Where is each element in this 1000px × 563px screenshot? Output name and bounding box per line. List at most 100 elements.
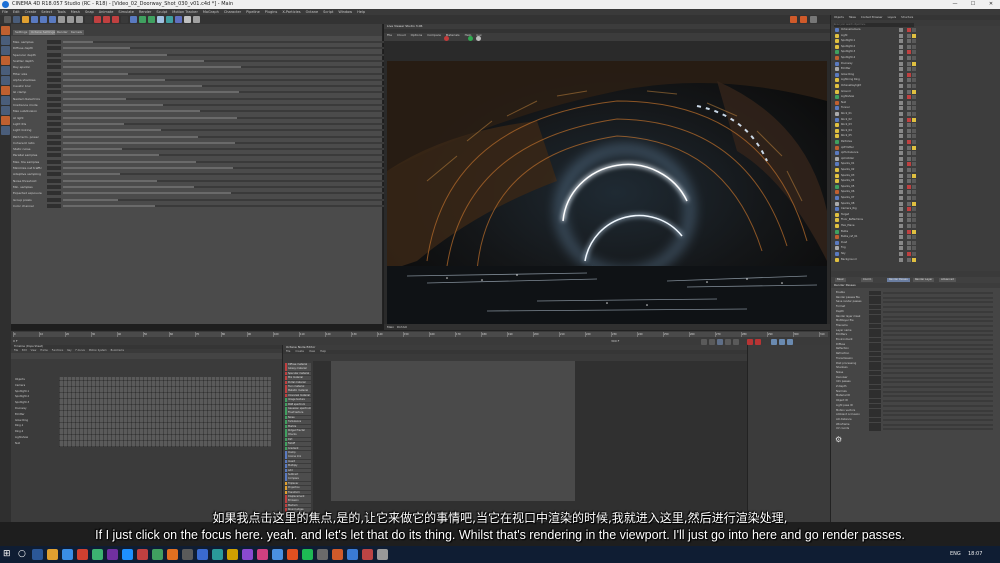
- side-tool-icon[interactable]: [1, 66, 10, 75]
- visibility-icon[interactable]: [899, 50, 903, 55]
- render-param-slider[interactable]: [883, 296, 993, 299]
- tag-icon[interactable]: [907, 50, 911, 55]
- visibility-icon[interactable]: [899, 140, 903, 144]
- material-tag-icon[interactable]: [912, 162, 916, 167]
- render-param-field[interactable]: [869, 375, 881, 380]
- visibility-icon[interactable]: [899, 33, 903, 38]
- object-row[interactable]: Dust: [835, 240, 997, 245]
- taskbar-app-icon[interactable]: [152, 549, 163, 560]
- side-tool-icon[interactable]: [1, 116, 10, 125]
- param-slider[interactable]: [63, 192, 231, 195]
- node-type-item[interactable]: Subtract: [285, 473, 311, 477]
- octane-render-icon[interactable]: [468, 36, 473, 41]
- visibility-icon[interactable]: [899, 201, 903, 206]
- object-row[interactable]: Sparks_02: [835, 168, 997, 172]
- visibility-icon[interactable]: [899, 84, 903, 88]
- param-value-field[interactable]: [47, 197, 61, 202]
- side-tool-icon[interactable]: [1, 76, 10, 85]
- tab-octane-settings[interactable]: Octane Settings: [29, 30, 58, 35]
- tmx-object-row[interactable]: Ring.2: [15, 429, 59, 434]
- toolbar-tool-icon[interactable]: [121, 16, 128, 23]
- taskbar-app-icon[interactable]: [257, 549, 268, 560]
- tag-icon[interactable]: [907, 252, 911, 256]
- visibility-icon[interactable]: [899, 67, 903, 72]
- om-tab[interactable]: Content Browser: [861, 16, 883, 19]
- material-tag-icon[interactable]: [912, 184, 916, 189]
- tmx-menu-item[interactable]: Bookmarks: [111, 349, 124, 352]
- render-param-field[interactable]: [869, 385, 881, 389]
- tag-icon[interactable]: [907, 44, 911, 49]
- viewer-menu-item[interactable]: Compare: [427, 33, 441, 37]
- visibility-icon[interactable]: [899, 196, 903, 200]
- taskbar-app-icon[interactable]: [362, 549, 373, 560]
- param-slider[interactable]: [63, 154, 159, 157]
- tmx-menu-item[interactable]: Key: [67, 349, 71, 352]
- taskbar-app-icon[interactable]: [242, 549, 253, 560]
- render-param-slider[interactable]: [883, 348, 993, 351]
- tag-icon[interactable]: [907, 257, 911, 262]
- material-tag-icon[interactable]: [912, 28, 916, 32]
- param-slider[interactable]: [63, 185, 194, 188]
- material-tag-icon[interactable]: [912, 123, 916, 128]
- object-row[interactable]: Rock_01: [835, 112, 997, 116]
- visibility-icon[interactable]: [899, 257, 903, 262]
- node-type-item[interactable]: Mix material: [285, 376, 311, 380]
- node-type-item[interactable]: Dirt: [285, 437, 311, 442]
- material-tag-icon[interactable]: [912, 67, 916, 72]
- visibility-icon[interactable]: [899, 61, 903, 66]
- material-tag-icon[interactable]: [912, 89, 916, 94]
- render-param-slider[interactable]: [883, 390, 993, 393]
- menu-item[interactable]: Sculpt: [156, 10, 167, 14]
- param-slider[interactable]: [63, 160, 196, 163]
- object-row[interactable]: Sparks_04: [835, 179, 997, 184]
- render-param-field[interactable]: [869, 338, 881, 342]
- visibility-icon[interactable]: [899, 117, 903, 122]
- timeline-ruler[interactable]: 0 10 20 30 40 50 60 70 80 90 100 110 120 130 140 150 160…: [13, 332, 828, 337]
- material-tag-icon[interactable]: [912, 252, 916, 256]
- tag-icon[interactable]: [907, 95, 911, 100]
- visibility-icon[interactable]: [899, 179, 903, 184]
- object-row[interactable]: Glow Ring: [835, 72, 997, 77]
- gear-icon[interactable]: ⚙: [835, 435, 842, 444]
- object-row[interactable]: Lightshow: [835, 95, 997, 100]
- node-menu-item[interactable]: Help: [320, 350, 326, 353]
- object-row[interactable]: Bulbs: [835, 229, 997, 234]
- menu-item[interactable]: Script: [323, 10, 333, 14]
- render-param-slider[interactable]: [883, 414, 993, 417]
- tag-icon[interactable]: [907, 162, 911, 167]
- render-param-slider[interactable]: [883, 404, 993, 407]
- menu-item[interactable]: Tools: [57, 10, 66, 14]
- param-value-field[interactable]: [47, 159, 61, 164]
- object-row[interactable]: Rock_02: [835, 117, 997, 122]
- param-value-field[interactable]: [47, 90, 61, 95]
- material-tag-icon[interactable]: [912, 190, 916, 195]
- visibility-icon[interactable]: [899, 246, 903, 251]
- taskbar-app-icon[interactable]: [107, 549, 118, 560]
- object-row[interactable]: Light: [835, 33, 997, 38]
- object-row[interactable]: Sky: [835, 252, 997, 256]
- param-slider[interactable]: [63, 47, 130, 50]
- object-row[interactable]: Null: [835, 100, 997, 105]
- tag-icon[interactable]: [907, 156, 911, 161]
- param-slider[interactable]: [63, 122, 124, 125]
- tag-icon[interactable]: [907, 179, 911, 184]
- rs-tab[interactable]: Coord.: [861, 278, 874, 282]
- object-row[interactable]: Sparks_03: [835, 173, 997, 178]
- render-param-slider[interactable]: [883, 339, 993, 341]
- tab-settings[interactable]: Settings: [13, 30, 30, 35]
- taskbar-app-icon[interactable]: [137, 549, 148, 560]
- visibility-icon[interactable]: [899, 190, 903, 195]
- toolbar-tool-icon[interactable]: [13, 16, 20, 23]
- tag-icon[interactable]: [907, 212, 911, 217]
- toolbar-tool-icon[interactable]: [31, 16, 38, 23]
- toolbar-tool-icon[interactable]: [139, 16, 146, 23]
- visibility-icon[interactable]: [899, 72, 903, 77]
- param-slider[interactable]: [63, 104, 163, 106]
- param-value-field[interactable]: [47, 153, 61, 158]
- param-value-field[interactable]: [47, 46, 61, 51]
- render-param-field[interactable]: [869, 403, 881, 408]
- node-type-item[interactable]: Invert: [285, 459, 311, 464]
- viewer-menu-item[interactable]: File: [387, 33, 392, 37]
- param-slider[interactable]: [63, 204, 155, 207]
- render-param-slider[interactable]: [883, 376, 993, 379]
